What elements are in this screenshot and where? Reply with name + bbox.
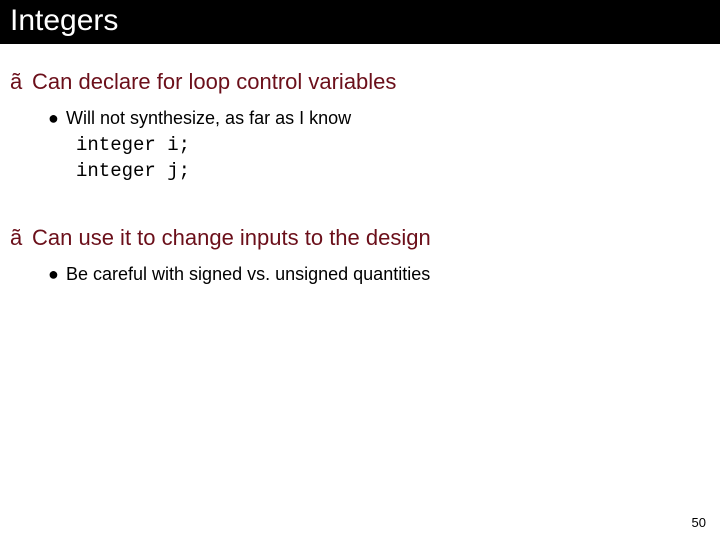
spacer xyxy=(10,184,710,210)
bullet-level2: ● Will not synthesize, as far as I know xyxy=(48,106,710,130)
slide-title: Integers xyxy=(0,0,720,44)
bullet-text: Can use it to change inputs to the desig… xyxy=(32,224,431,252)
bullet-text: Can declare for loop control variables xyxy=(32,68,396,96)
bullet-marker: ã xyxy=(10,68,32,96)
slide-content: ã Can declare for loop control variables… xyxy=(0,44,720,286)
page-number: 50 xyxy=(692,515,706,530)
bullet-marker: ● xyxy=(48,106,66,130)
bullet-level1: ã Can declare for loop control variables xyxy=(10,68,710,96)
bullet-level2: ● Be careful with signed vs. unsigned qu… xyxy=(48,262,710,286)
bullet-marker: ● xyxy=(48,262,66,286)
bullet-level1: ã Can use it to change inputs to the des… xyxy=(10,224,710,252)
bullet-marker: ã xyxy=(10,224,32,252)
bullet-text: Will not synthesize, as far as I know xyxy=(66,106,351,130)
code-block: integer i; integer j; xyxy=(76,132,710,184)
bullet-text: Be careful with signed vs. unsigned quan… xyxy=(66,262,430,286)
